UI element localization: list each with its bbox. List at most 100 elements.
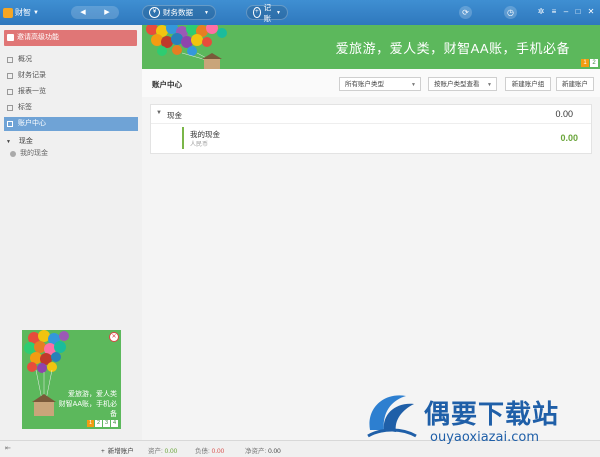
nav-button-group: ◀ ▶: [71, 6, 119, 19]
sidebar-item-tags[interactable]: 标签: [4, 101, 138, 115]
sidebar-item-account-center[interactable]: 账户中心: [4, 117, 138, 131]
finance-data-menu[interactable]: ¥ 财务数据 ▼: [142, 5, 216, 20]
liabilities-value: 0.00: [211, 448, 225, 455]
collapse-icon: ⇤: [5, 445, 11, 452]
balloon-house-illustration: [146, 25, 227, 69]
sidebar-item-label: 账户中心: [18, 120, 46, 127]
app-name: 财智: [15, 8, 31, 17]
add-icon: +: [253, 7, 261, 18]
collapse-sidebar-button[interactable]: ⇤: [5, 445, 12, 452]
menu-icon: ≡: [551, 7, 557, 16]
overview-icon: [7, 57, 13, 63]
watermark-title: 偶要下载站: [424, 400, 560, 430]
chevron-down-icon: ▼: [487, 82, 492, 88]
gift-icon: [7, 34, 14, 41]
tree-group-cash[interactable]: ▼ 现金: [6, 136, 48, 148]
ad-page-1[interactable]: 1: [87, 420, 94, 427]
ad-text-line1: 爱旅游，爱人类: [68, 391, 117, 398]
sidebar-item-overview[interactable]: 概况: [4, 53, 138, 67]
sidebar-item-label: 财务记录: [18, 72, 46, 79]
banner-page-2[interactable]: 2: [590, 59, 598, 67]
net-assets-value: 0.00: [268, 448, 281, 455]
invite-premium-button[interactable]: 邀请高级功能: [4, 30, 137, 46]
sync-icon: ⟳: [462, 8, 469, 17]
ad-text: 爱旅游，爱人类 财智AA账，手机必备: [55, 390, 117, 420]
records-icon: [7, 73, 13, 79]
record-label: 记账: [263, 2, 272, 23]
ad-page-2[interactable]: 2: [95, 420, 102, 427]
sidebar-menu: 概况 财务记录 报表一览 标签 账户中心: [4, 53, 138, 133]
site-logo-icon: [367, 395, 417, 438]
account-group-card: ▼ 现金 0.00 我的现金 人民币 0.00: [150, 104, 592, 154]
view-by-value: 按账户类型查看: [434, 81, 480, 88]
ad-page-4[interactable]: 4: [111, 420, 118, 427]
view-by-select[interactable]: 按账户类型查看 ▼: [428, 77, 497, 91]
skin-button[interactable]: ✲: [536, 6, 546, 18]
sync-button[interactable]: ⟳: [459, 6, 472, 19]
net-assets-stat: 净资产: 0.00: [245, 445, 281, 455]
net-assets-label: 净资产:: [245, 448, 267, 455]
ad-page-3[interactable]: 3: [103, 420, 110, 427]
top-banner-ad[interactable]: 爱旅游，爱人类，财智AA账，手机必备 1 2: [142, 25, 600, 69]
ad-pager: 1 2 3 4: [87, 420, 118, 427]
liabilities-label: 负债:: [195, 448, 210, 455]
back-button[interactable]: ◀: [71, 6, 95, 19]
sidebar-item-label: 标签: [18, 104, 32, 111]
banner-pager: 1 2: [581, 59, 598, 67]
maximize-button[interactable]: □: [573, 6, 583, 18]
sidebar: 邀请高级功能 概况 财务记录 报表一览 标签 账户中心 ▼ 现金 我的现金 ✕ …: [0, 25, 143, 440]
minimize-button[interactable]: –: [561, 6, 571, 18]
cash-icon: [10, 151, 16, 157]
add-account-button[interactable]: + 新增账户: [101, 445, 134, 455]
app-menu-button[interactable]: 财智 ▼: [3, 6, 39, 19]
tag-icon: [7, 105, 13, 111]
account-icon: [7, 121, 13, 127]
reports-icon: [7, 89, 13, 95]
plus-icon: +: [101, 448, 105, 455]
liabilities-stat: 负债: 0.00: [195, 445, 224, 455]
chevron-down-icon: ▼: [411, 82, 416, 88]
tree-item-my-cash[interactable]: 我的现金: [6, 148, 48, 160]
sidebar-item-label: 概况: [18, 56, 32, 63]
assets-label: 资产:: [148, 448, 163, 455]
new-account-group-button[interactable]: 新建账户组: [505, 77, 551, 91]
clock-button[interactable]: ◷: [504, 6, 517, 19]
chevron-down-icon: ▼: [6, 139, 11, 145]
assets-value: 0.00: [164, 448, 178, 455]
account-center-toolbar: 账户中心 所有账户类型 ▼ 按账户类型查看 ▼ 新建账户组 新建账户: [142, 69, 600, 98]
chevron-down-icon: ▼: [33, 9, 39, 16]
chevron-down-icon: ▼: [204, 9, 209, 16]
app-logo-icon: [3, 7, 13, 18]
watermark-url: ouyaoxiazai.com: [430, 430, 539, 445]
ad-text-line2: 财智AA账，手机必备: [58, 401, 117, 418]
forward-button[interactable]: ▶: [95, 6, 119, 19]
account-row[interactable]: 我的现金 人民币 0.00: [182, 127, 579, 149]
sidebar-item-reports[interactable]: 报表一览: [4, 85, 138, 99]
account-type-filter-value: 所有账户类型: [345, 81, 384, 88]
close-ad-button[interactable]: ✕: [109, 332, 119, 342]
chevron-down-icon: ▼: [156, 110, 162, 116]
tree-group-label: 现金: [18, 138, 33, 145]
account-group-header[interactable]: ▼ 现金 0.00: [151, 105, 591, 124]
clock-icon: ◷: [507, 8, 514, 17]
account-currency: 人民币: [190, 142, 209, 148]
sidebar-item-records[interactable]: 财务记录: [4, 69, 138, 83]
account-group-name: 现金: [167, 111, 182, 120]
close-button[interactable]: ✕: [586, 6, 596, 18]
finance-data-label: 财务数据: [163, 8, 193, 17]
invite-label: 邀请高级功能: [17, 34, 59, 41]
close-icon: ✕: [111, 334, 117, 340]
chevron-down-icon: ▼: [276, 9, 281, 16]
new-account-button[interactable]: 新建账户: [556, 77, 594, 91]
minimize-icon: –: [563, 7, 569, 16]
menu-button[interactable]: ≡: [549, 6, 559, 18]
skin-icon: ✲: [537, 7, 545, 16]
assets-stat: 资产: 0.00: [148, 445, 177, 455]
page-title: 账户中心: [152, 80, 182, 89]
banner-page-1[interactable]: 1: [581, 59, 589, 67]
record-menu[interactable]: + 记账 ▼: [246, 3, 288, 23]
banner-slogan: 爱旅游，爱人类，财智AA账，手机必备: [335, 41, 570, 56]
sidebar-ad[interactable]: ✕ 爱旅游，爱人类 财智AA账，手机必备 1 2 3 4: [22, 330, 121, 429]
tree-item-label: 我的现金: [20, 150, 48, 157]
account-type-filter[interactable]: 所有账户类型 ▼: [339, 77, 421, 91]
